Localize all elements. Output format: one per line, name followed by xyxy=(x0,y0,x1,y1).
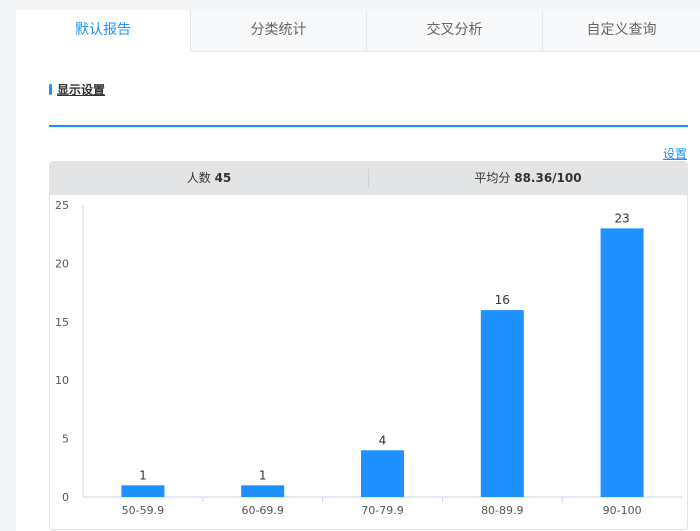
display-settings-heading: 显示设置 xyxy=(49,80,105,98)
bar-value-label: 23 xyxy=(614,211,629,225)
report-tabs: 默认报告 分类统计 交叉分析 自定义查询 xyxy=(16,10,700,52)
chart-card: 人数 45 平均分 88.36/100 0 5 10 15 20 25 1 50-59.9 1 6… xyxy=(49,161,688,530)
score-distribution-chart: 0 5 10 15 20 25 1 50-59.9 1 60-69.9 4 70-79.9 16 80-8… xyxy=(55,199,682,517)
bar-value-label: 16 xyxy=(495,293,510,307)
tab-category-stats[interactable]: 分类统计 xyxy=(191,10,367,51)
bar xyxy=(121,485,165,497)
stats-bar: 人数 45 平均分 88.36/100 xyxy=(50,162,687,195)
settings-link[interactable]: 设置 xyxy=(663,145,687,162)
bar xyxy=(480,310,524,497)
x-tick-label: 80-89.9 xyxy=(481,504,523,517)
x-tick-label: 90-100 xyxy=(603,504,642,517)
y-tick-label: 0 xyxy=(62,491,69,504)
count-stat: 人数 45 xyxy=(50,162,368,195)
section-title-text: 显示设置 xyxy=(57,82,106,97)
bar xyxy=(361,450,404,497)
bar-value-label: 1 xyxy=(139,468,147,482)
bar xyxy=(241,485,285,497)
y-tick-label: 15 xyxy=(55,316,69,329)
average-label: 平均分 xyxy=(474,171,511,185)
x-tick-label: 50-59.9 xyxy=(122,504,164,517)
y-tick-label: 5 xyxy=(62,433,69,446)
x-tick-label: 70-79.9 xyxy=(361,504,403,517)
count-value: 45 xyxy=(214,171,232,185)
section-marker xyxy=(49,83,52,95)
tab-custom-query[interactable]: 自定义查询 xyxy=(543,10,700,51)
bar-value-label: 1 xyxy=(259,468,267,482)
average-value: 88.36/100 xyxy=(514,171,582,185)
section-divider xyxy=(49,125,688,127)
bar-value-label: 4 xyxy=(379,433,387,447)
y-tick-label: 10 xyxy=(55,374,69,387)
count-label: 人数 xyxy=(186,171,211,185)
y-tick-label: 20 xyxy=(55,257,69,270)
average-stat: 平均分 88.36/100 xyxy=(369,162,687,195)
tab-cross-analysis[interactable]: 交叉分析 xyxy=(367,10,543,51)
report-panel: 默认报告 分类统计 交叉分析 自定义查询 显示设置 设置 人数 45 平均分 8… xyxy=(16,10,700,531)
y-tick-label: 25 xyxy=(55,199,69,212)
bar xyxy=(600,228,644,498)
tab-default-report[interactable]: 默认报告 xyxy=(16,10,191,52)
x-tick-label: 60-69.9 xyxy=(241,504,283,517)
